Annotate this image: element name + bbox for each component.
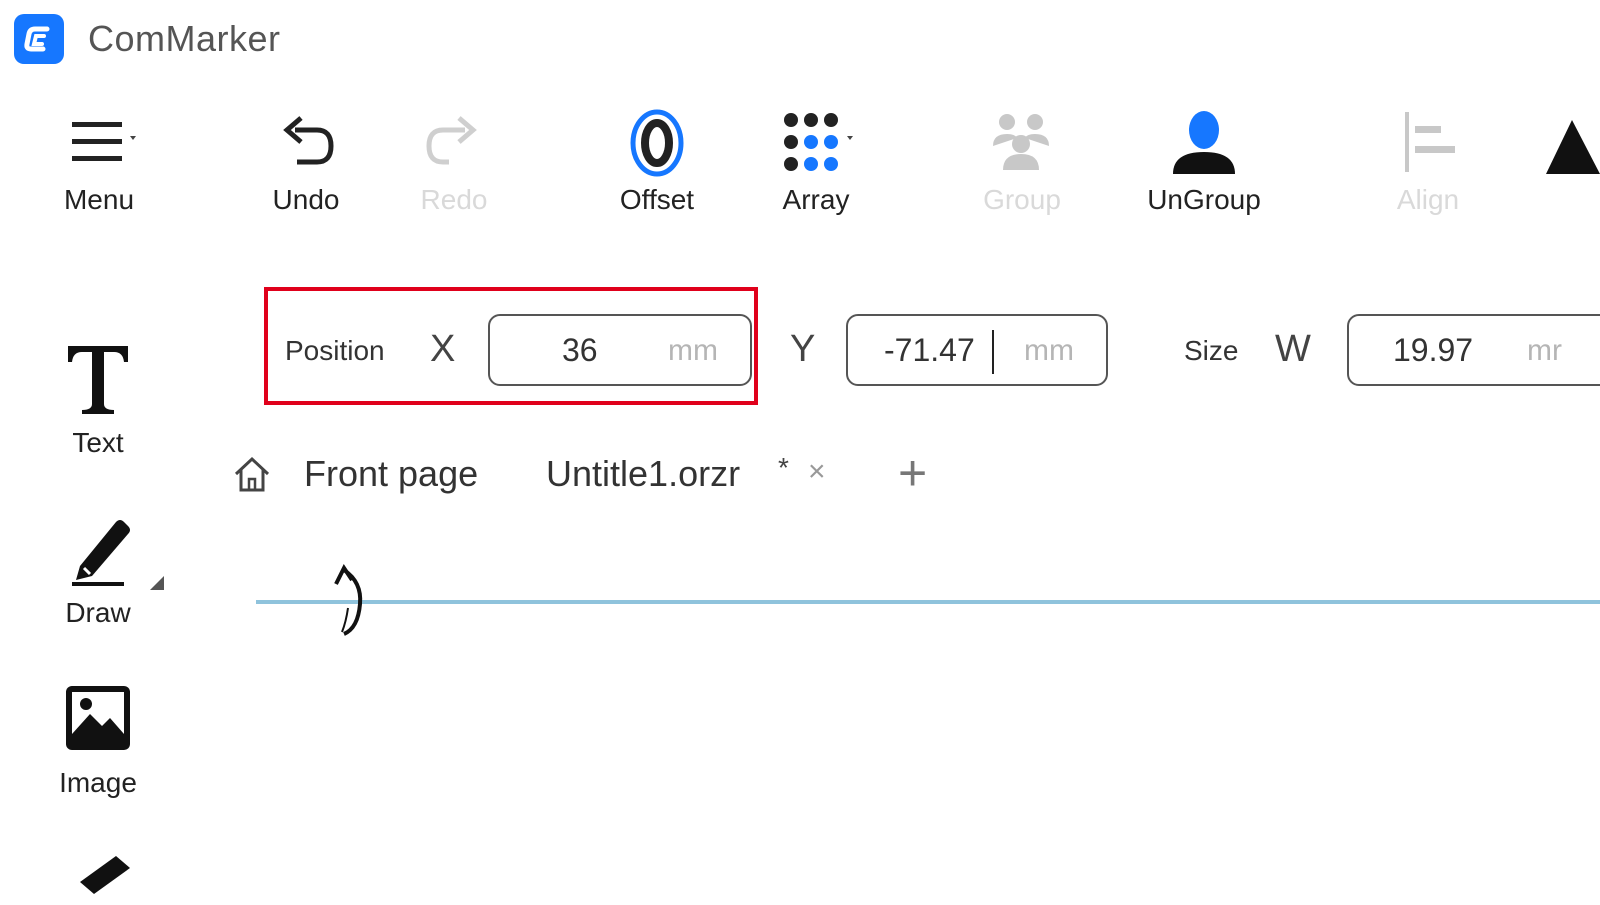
width-input[interactable]: 19.97 mr bbox=[1347, 314, 1600, 386]
array-button[interactable]: Array bbox=[760, 108, 872, 216]
group-label: Group bbox=[983, 184, 1061, 215]
redo-icon bbox=[426, 116, 477, 165]
offset-icon bbox=[630, 109, 684, 177]
next-tool-icon-partial[interactable] bbox=[70, 852, 136, 905]
menu-label: Menu bbox=[63, 184, 135, 215]
image-tool-label: Image bbox=[59, 767, 137, 798]
y-value: -71.47 bbox=[884, 332, 975, 368]
group-users-icon bbox=[993, 114, 1049, 170]
add-tab-icon[interactable]: + bbox=[898, 444, 927, 502]
x-label: X bbox=[430, 328, 456, 370]
align-button[interactable]: Align bbox=[1372, 108, 1484, 216]
app-title: ComMarker bbox=[88, 18, 281, 59]
canvas-ruler-line bbox=[256, 600, 1600, 604]
hamburger-menu-icon bbox=[72, 122, 136, 161]
undo-label: Undo bbox=[272, 184, 340, 215]
redo-button[interactable]: Redo bbox=[398, 108, 510, 216]
group-button[interactable]: Group bbox=[966, 108, 1078, 216]
position-label: Position bbox=[285, 335, 385, 366]
tab-untitle1[interactable]: Untitle1.orzr bbox=[546, 453, 740, 495]
undo-icon bbox=[283, 116, 334, 165]
tab-front-page[interactable]: Front page bbox=[304, 453, 478, 495]
text-caret bbox=[992, 330, 994, 374]
next-toolbar-icon-partial[interactable] bbox=[1546, 112, 1600, 182]
y-label: Y bbox=[790, 328, 816, 370]
x-unit: mm bbox=[668, 334, 718, 367]
undo-button[interactable]: Undo bbox=[250, 108, 362, 216]
w-label: W bbox=[1275, 328, 1311, 370]
align-label: Align bbox=[1396, 184, 1460, 215]
tab-close-icon[interactable]: × bbox=[808, 455, 826, 489]
text-tool-icon bbox=[68, 346, 128, 414]
pencil-draw-icon bbox=[72, 520, 130, 586]
menu-button[interactable]: Menu bbox=[40, 108, 158, 216]
y-position-input[interactable]: -71.47 mm bbox=[846, 314, 1108, 386]
ungroup-button[interactable]: UnGroup bbox=[1134, 108, 1274, 216]
x-value: 36 bbox=[562, 332, 598, 368]
home-icon bbox=[234, 456, 270, 492]
draw-tool-label: Draw bbox=[65, 597, 131, 628]
align-left-icon bbox=[1405, 112, 1455, 172]
offset-button[interactable]: Offset bbox=[600, 108, 714, 216]
text-tool-label: Text bbox=[72, 427, 124, 458]
w-unit: mr bbox=[1527, 334, 1562, 367]
offset-label: Offset bbox=[619, 184, 695, 215]
draw-expand-icon[interactable] bbox=[148, 574, 164, 595]
size-label: Size bbox=[1184, 335, 1239, 366]
ungroup-user-icon bbox=[1173, 111, 1235, 174]
home-button[interactable] bbox=[230, 452, 274, 501]
array-label: Array bbox=[782, 184, 850, 215]
commarker-logo-icon bbox=[14, 14, 64, 64]
w-value: 19.97 bbox=[1393, 332, 1474, 368]
ungroup-label: UnGroup bbox=[1147, 184, 1261, 215]
modified-indicator: * bbox=[778, 452, 789, 483]
image-icon bbox=[66, 686, 130, 750]
array-grid-icon bbox=[784, 113, 853, 171]
draw-tool-button[interactable]: Draw bbox=[40, 512, 156, 629]
rotate-cursor-icon bbox=[326, 562, 372, 647]
x-position-input[interactable]: 36 mm bbox=[488, 314, 752, 386]
tab-file-name: Untitle1.orzr bbox=[546, 453, 741, 494]
y-unit: mm bbox=[1024, 334, 1074, 367]
image-tool-button[interactable]: Image bbox=[40, 682, 156, 799]
text-tool-button[interactable]: Text bbox=[40, 338, 156, 459]
redo-label: Redo bbox=[420, 184, 488, 215]
